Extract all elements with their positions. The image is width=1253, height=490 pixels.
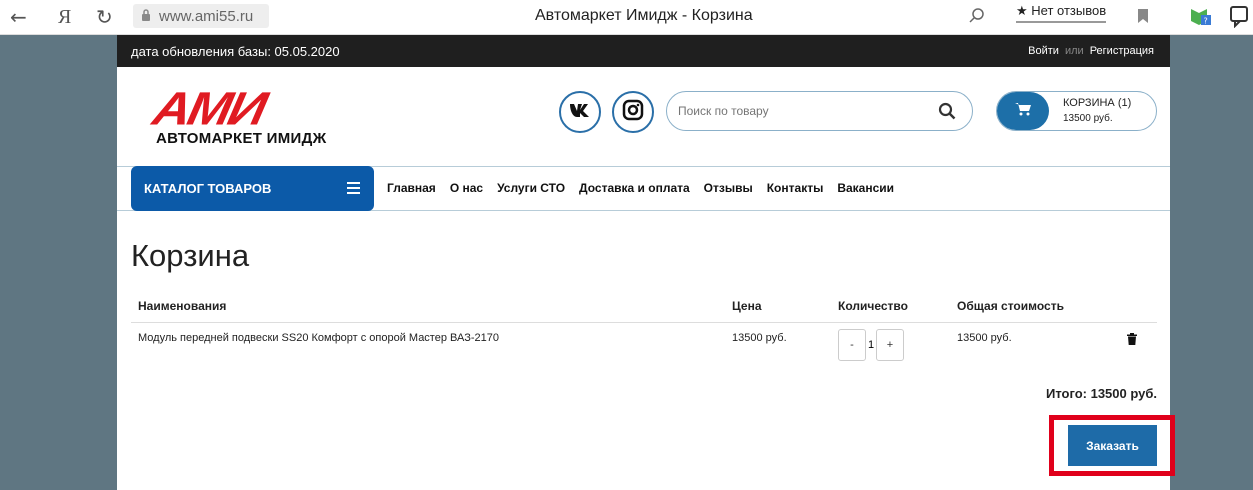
header-cart[interactable]: КОРЗИНА (1) 13500 руб. — [996, 91, 1157, 131]
search-icon[interactable] — [938, 102, 956, 125]
logo-caption: АВТОМАРКЕТ ИМИДЖ — [156, 130, 327, 147]
search-icon[interactable] — [969, 7, 985, 28]
nav-link-delivery[interactable]: Доставка и оплата — [579, 181, 690, 195]
site-header: АМИ АВТОМАРКЕТ ИМИДЖ КОРЗИНА — [117, 67, 1170, 166]
col-header-name: Наименования — [138, 299, 227, 313]
or-separator: или — [1064, 45, 1084, 57]
logo-mark: АМИ — [148, 82, 269, 136]
item-total: 13500 руб. — [957, 332, 1012, 344]
reload-icon[interactable]: ↻ — [96, 6, 113, 28]
grand-total: Итого: 13500 руб. — [1045, 386, 1157, 401]
chat-icon[interactable] — [1230, 6, 1252, 33]
site-page: дата обновления базы: 05.05.2020 Войти ил… — [117, 35, 1175, 490]
site-logo[interactable]: АМИ АВТОМАРКЕТ ИМИДЖ — [148, 83, 354, 149]
cart-icon — [1015, 102, 1031, 121]
tab-title: Автомаркет Имидж - Корзина — [535, 7, 753, 24]
auth-links: Войти или Регистрация — [1028, 45, 1154, 57]
instagram-icon — [622, 99, 644, 126]
search-input[interactable] — [678, 104, 918, 118]
url-text: www.ami55.ru — [159, 7, 254, 25]
qty-increase-button[interactable]: + — [876, 329, 904, 361]
qty-value[interactable]: 1 — [866, 339, 876, 351]
catalog-label: КАТАЛОГ ТОВАРОВ — [144, 181, 272, 196]
qty-decrease-button[interactable]: - — [838, 329, 866, 361]
catalog-button[interactable]: КАТАЛОГ ТОВАРОВ — [131, 166, 374, 211]
db-update-date: дата обновления базы: 05.05.2020 — [131, 43, 340, 59]
nav-link-reviews[interactable]: Отзывы — [704, 181, 753, 195]
vk-link[interactable] — [559, 91, 601, 133]
main-nav: КАТАЛОГ ТОВАРОВ Главная О нас Услуги СТО… — [117, 166, 1170, 211]
cart-sum: 13500 руб. — [1063, 113, 1113, 124]
lock-icon — [141, 8, 151, 24]
yandex-icon[interactable]: Я — [58, 6, 71, 28]
instagram-link[interactable] — [612, 91, 654, 133]
trash-icon[interactable] — [1127, 332, 1137, 350]
site-search — [666, 91, 973, 131]
item-price: 13500 руб. — [732, 332, 787, 344]
nav-link-services[interactable]: Услуги СТО — [497, 181, 565, 195]
extension-icon[interactable]: ? — [1189, 5, 1213, 32]
login-link[interactable]: Войти — [1028, 45, 1059, 57]
order-button[interactable]: Заказать — [1068, 425, 1157, 466]
top-info-bar: дата обновления базы: 05.05.2020 Войти ил… — [117, 35, 1170, 67]
quantity-stepper: - 1 + — [838, 329, 904, 361]
vk-icon — [569, 103, 591, 122]
nav-links: Главная О нас Услуги СТО Доставка и опла… — [387, 181, 894, 195]
cart-button[interactable] — [997, 92, 1049, 130]
col-header-qty: Количество — [838, 299, 908, 313]
nav-link-vacancies[interactable]: Вакансии — [837, 181, 894, 195]
back-arrow-icon[interactable]: ← — [10, 6, 27, 28]
nav-link-about[interactable]: О нас — [450, 181, 483, 195]
page-title: Корзина — [131, 238, 250, 273]
reviews-link[interactable]: ★ Нет отзывов — [1016, 3, 1107, 23]
cart-count: КОРЗИНА (1) — [1063, 97, 1132, 109]
col-header-price: Цена — [732, 299, 762, 313]
svg-text:?: ? — [1204, 17, 1208, 26]
address-bar[interactable]: www.ami55.ru — [133, 4, 269, 28]
item-name[interactable]: Модуль передней подвески SS20 Комфорт с … — [138, 332, 499, 344]
menu-icon — [347, 182, 360, 197]
register-link[interactable]: Регистрация — [1090, 45, 1154, 57]
nav-link-contacts[interactable]: Контакты — [767, 181, 824, 195]
browser-toolbar: ← Я ↻ www.ami55.ru Автомаркет Имидж - Ко… — [0, 0, 1253, 35]
table-divider — [131, 322, 1157, 323]
col-header-total: Общая стоимость — [957, 299, 1064, 313]
bookmark-icon[interactable] — [1137, 8, 1149, 29]
nav-link-home[interactable]: Главная — [387, 181, 436, 195]
